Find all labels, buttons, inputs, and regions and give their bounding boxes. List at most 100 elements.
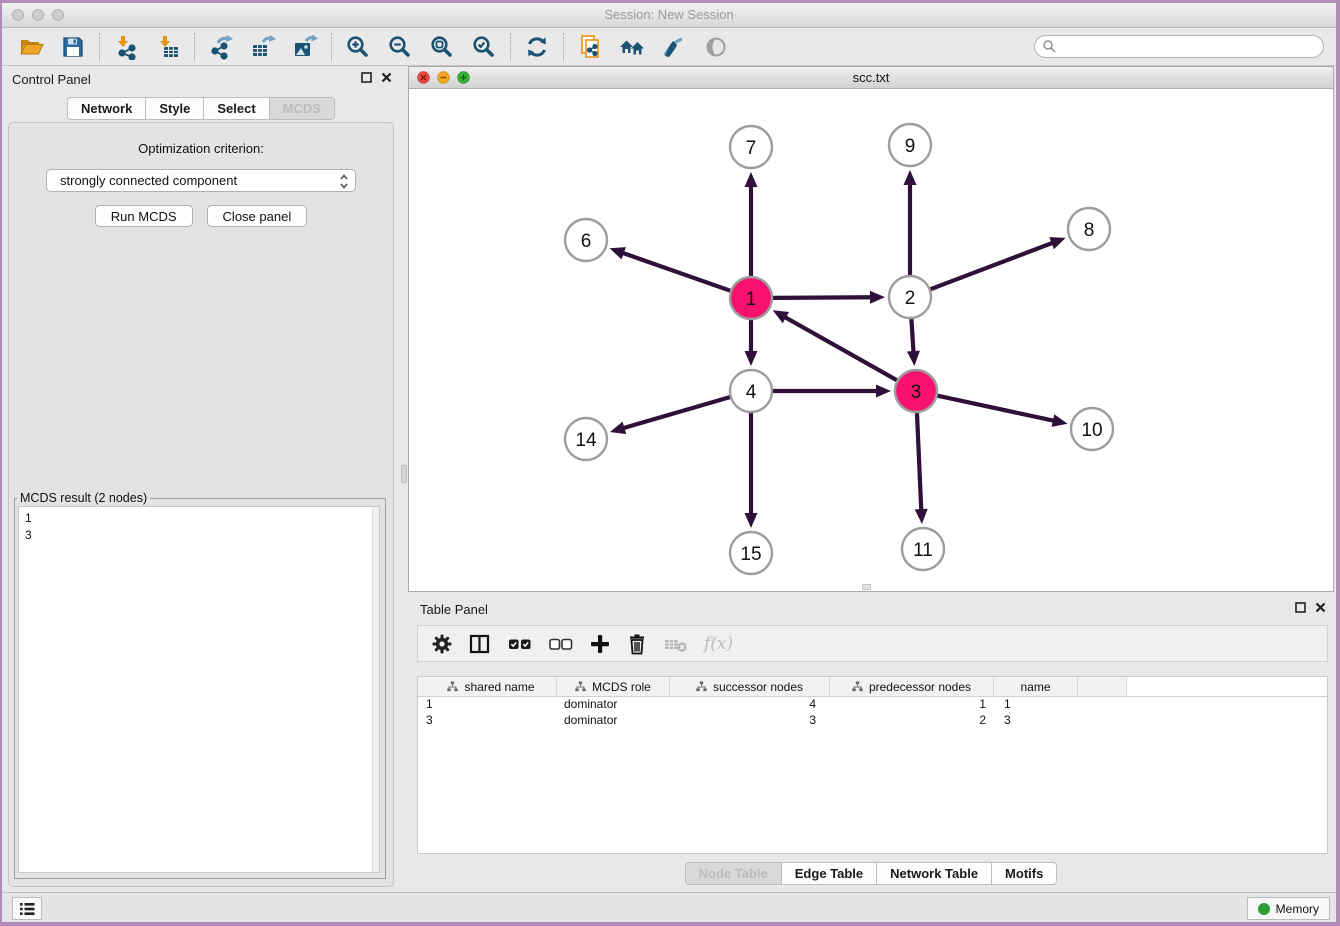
- optimization-criterion-label: Optimization criterion:: [9, 141, 393, 156]
- first-neighbors-button[interactable]: [611, 30, 653, 64]
- table-cell: 3: [670, 713, 830, 729]
- graph-node-label: 11: [913, 540, 933, 561]
- tab-style[interactable]: Style: [145, 97, 203, 120]
- graph-edge[interactable]: [931, 242, 1054, 289]
- network-view-window: scc.txt 7968124314101511: [408, 66, 1334, 592]
- column-header-mcds-role[interactable]: MCDS role: [557, 677, 670, 696]
- graph-edge-arrowhead: [1052, 414, 1068, 427]
- node-table-body: 1dominator4113dominator323: [418, 697, 1327, 729]
- clone-network-button[interactable]: [569, 30, 611, 64]
- panel-splitter-handle[interactable]: [401, 465, 407, 483]
- graph-edge[interactable]: [938, 396, 1055, 421]
- graph-edge[interactable]: [622, 253, 730, 291]
- run-mcds-button[interactable]: Run MCDS: [95, 205, 193, 227]
- tab-motifs[interactable]: Motifs: [991, 862, 1057, 885]
- result-line: 3: [25, 527, 373, 544]
- select-all-columns-icon[interactable]: [507, 633, 533, 655]
- result-line: 1: [25, 510, 373, 527]
- graph-edge-arrowhead: [610, 422, 626, 434]
- mcds-result-fieldset: MCDS result (2 nodes) 1 3: [14, 491, 386, 879]
- graph-edge-arrowhead: [907, 351, 920, 366]
- table-cell: 4: [670, 697, 830, 713]
- control-panel: Control Panel Network Style Select MCDS …: [2, 66, 400, 889]
- import-table-button[interactable]: [147, 30, 189, 64]
- gear-icon[interactable]: [431, 633, 453, 655]
- close-panel-button[interactable]: Close panel: [207, 205, 308, 227]
- tab-node-table[interactable]: Node Table: [685, 862, 781, 885]
- trash-icon[interactable]: [626, 633, 648, 655]
- function-builder-button[interactable]: f(x): [704, 634, 733, 654]
- window-title: Session: New Session: [2, 7, 1336, 22]
- add-column-icon[interactable]: [589, 633, 611, 655]
- zoom-out-button[interactable]: [379, 30, 421, 64]
- tab-edge-table[interactable]: Edge Table: [781, 862, 876, 885]
- graph-edge[interactable]: [773, 297, 872, 298]
- import-network-icon: [113, 34, 139, 60]
- graph-edge[interactable]: [917, 413, 921, 511]
- export-network-button[interactable]: [200, 30, 242, 64]
- close-panel-icon[interactable]: [381, 72, 392, 83]
- column-header-name[interactable]: name: [994, 677, 1078, 696]
- import-network-button[interactable]: [105, 30, 147, 64]
- export-image-button[interactable]: [284, 30, 326, 64]
- apply-style-button[interactable]: [653, 30, 695, 64]
- network-canvas[interactable]: 7968124314101511: [409, 89, 1333, 591]
- float-panel-icon[interactable]: [1295, 602, 1306, 613]
- graph-edge[interactable]: [911, 319, 913, 353]
- column-header-successor-nodes[interactable]: successor nodes: [670, 677, 830, 696]
- graph-edge[interactable]: [622, 397, 729, 428]
- result-scrollbar[interactable]: [372, 507, 379, 872]
- save-icon: [60, 34, 86, 60]
- network-window-titlebar[interactable]: scc.txt: [409, 67, 1333, 89]
- mcds-result-title: MCDS result (2 nodes): [17, 491, 150, 505]
- save-session-button[interactable]: [52, 30, 94, 64]
- graph-node-label: 3: [911, 382, 922, 403]
- graph-edge-arrowhead: [610, 247, 626, 259]
- table-cell: 1: [830, 697, 994, 713]
- criterion-select[interactable]: strongly connected component: [46, 169, 356, 192]
- clone-network-icon: [577, 34, 603, 60]
- open-session-button[interactable]: [10, 30, 52, 64]
- table-cell: dominator: [557, 713, 670, 729]
- canvas-scroll-grip[interactable]: [862, 584, 871, 590]
- node-table-header: shared name MCDS role successor nodes pr…: [418, 677, 1327, 697]
- delete-table-icon[interactable]: [663, 633, 689, 655]
- criterion-value: strongly connected component: [60, 173, 237, 188]
- unselect-all-columns-icon[interactable]: [548, 633, 574, 655]
- table-cell: 1: [994, 697, 1078, 713]
- tab-select[interactable]: Select: [203, 97, 268, 120]
- graph-node-label: 4: [746, 382, 757, 403]
- column-header-predecessor-nodes[interactable]: predecessor nodes: [830, 677, 994, 696]
- table-row[interactable]: 1dominator411: [418, 697, 1327, 713]
- float-panel-icon[interactable]: [361, 72, 372, 83]
- folder-open-icon: [18, 34, 44, 60]
- toolbar-separator: [99, 33, 100, 61]
- table-row[interactable]: 3dominator323: [418, 713, 1327, 729]
- network-canvas-svg: 7968124314101511: [409, 89, 1333, 591]
- search-input[interactable]: [1057, 38, 1323, 56]
- graph-edge[interactable]: [784, 317, 897, 381]
- zoom-selected-button[interactable]: [463, 30, 505, 64]
- column-header-shared-name[interactable]: shared name: [418, 677, 557, 696]
- table-toolbar: f(x): [417, 625, 1328, 662]
- graph-edge-arrowhead: [870, 291, 885, 304]
- zoom-in-button[interactable]: [337, 30, 379, 64]
- application-window: Session: New Session: [2, 3, 1336, 922]
- memory-button[interactable]: Memory: [1247, 897, 1330, 920]
- main-titlebar: Session: New Session: [2, 3, 1336, 28]
- zoom-fit-button[interactable]: [421, 30, 463, 64]
- toolbar-separator: [563, 33, 564, 61]
- graph-node-label: 15: [740, 544, 761, 565]
- task-history-button[interactable]: [12, 897, 42, 920]
- close-panel-icon[interactable]: [1315, 602, 1326, 613]
- tab-network-table[interactable]: Network Table: [876, 862, 991, 885]
- export-table-button[interactable]: [242, 30, 284, 64]
- refresh-view-button[interactable]: [516, 30, 558, 64]
- show-columns-icon[interactable]: [468, 633, 492, 655]
- show-hide-button[interactable]: [695, 30, 737, 64]
- tab-network[interactable]: Network: [67, 97, 145, 120]
- tab-mcds[interactable]: MCDS: [269, 97, 335, 120]
- home-icon: [618, 34, 646, 60]
- export-network-icon: [208, 34, 234, 60]
- memory-label: Memory: [1276, 902, 1319, 916]
